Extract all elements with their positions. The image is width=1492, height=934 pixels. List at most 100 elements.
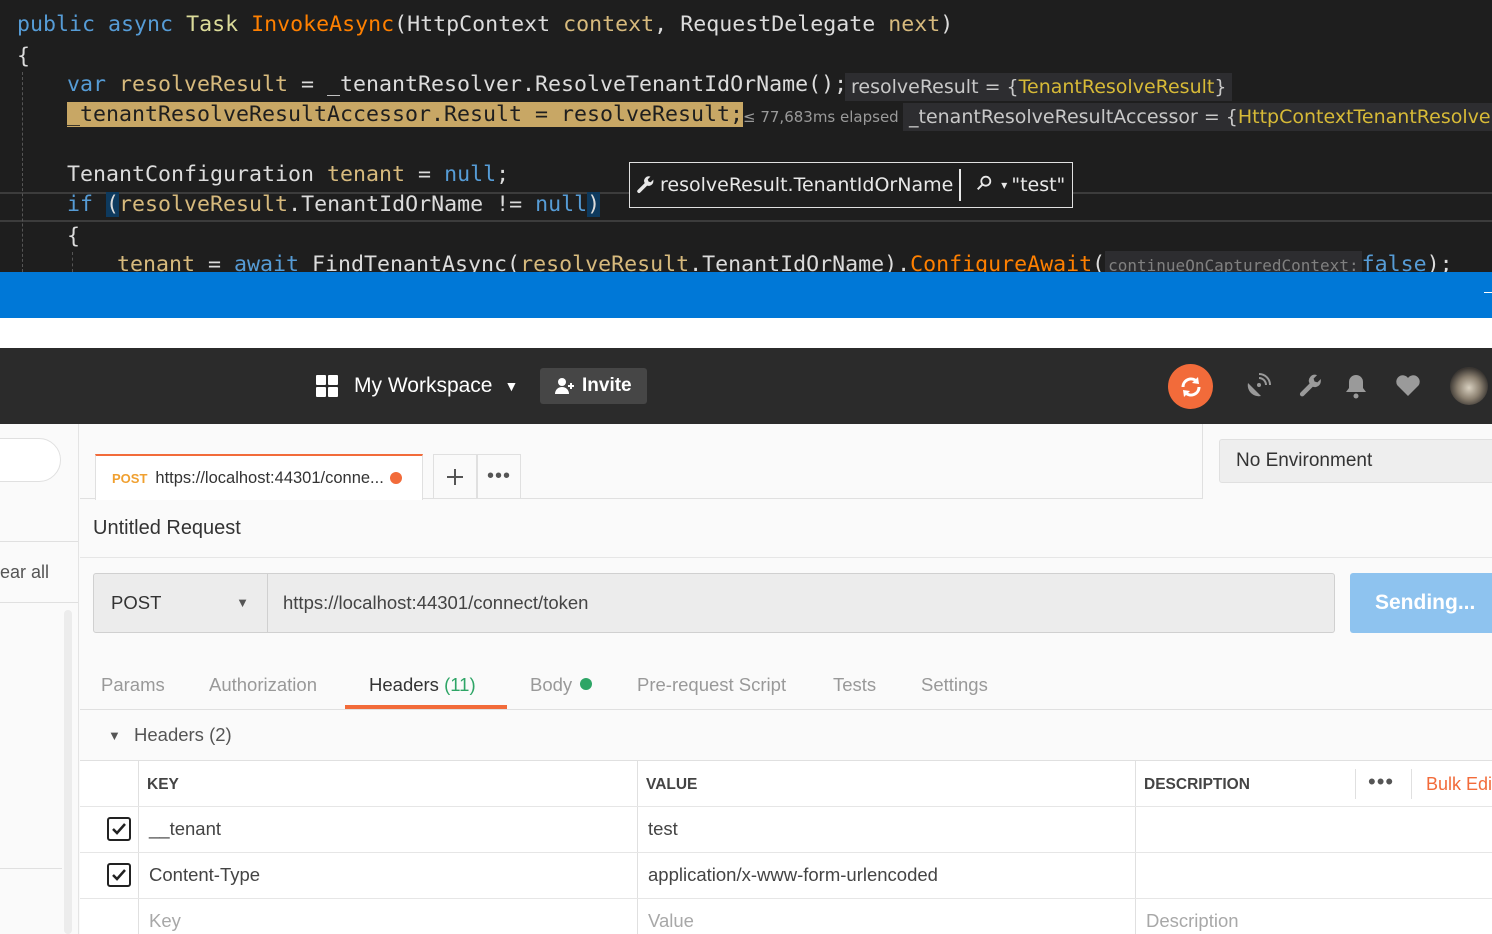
tab-label: Settings	[921, 674, 988, 695]
plus-icon	[447, 468, 463, 485]
url-input[interactable]: https://localhost:44301/connect/token	[268, 573, 1335, 633]
datatip-value: HttpContextTenantResolveRe	[1237, 106, 1492, 128]
semicolon: ;	[496, 162, 510, 187]
avatar[interactable]	[1450, 367, 1488, 405]
heart-icon[interactable]	[1394, 372, 1422, 400]
tab-method: POST	[112, 470, 148, 486]
operator: =	[405, 162, 445, 187]
row-checkbox[interactable]	[107, 863, 131, 887]
sidebar-search-input[interactable]	[0, 438, 61, 482]
send-button[interactable]: Sending...	[1350, 573, 1492, 633]
method-name: ConfigureAwait	[910, 252, 1093, 272]
column-divider	[1411, 769, 1412, 799]
local-variable: resolveResult	[520, 252, 690, 272]
current-statement: _tenantResolveResultAccessor.Result = re…	[67, 102, 744, 127]
request-tab[interactable]: POST https://localhost:44301/conne...	[95, 454, 423, 500]
param-type: HttpContext	[407, 12, 551, 37]
code-line-7[interactable]: if (resolveResult.TenantIdOrName != null…	[67, 190, 601, 220]
null-keyword: null	[444, 162, 497, 187]
workspace-body: ear all POST https://localhost:44301/con…	[0, 424, 1492, 934]
tab-authorization[interactable]: Authorization	[209, 674, 317, 696]
tab-label: Authorization	[209, 674, 317, 695]
local-variable: resolveResult	[119, 192, 289, 217]
invite-button[interactable]: Invite	[540, 368, 647, 404]
satellite-icon[interactable]	[1244, 372, 1272, 400]
workspace-switcher[interactable]: My Workspace ▼	[316, 372, 518, 400]
clear-all-link[interactable]: ear all	[0, 562, 49, 583]
indent-guide	[22, 72, 23, 272]
datatip-accessor[interactable]: _tenantResolveResultAccessor = {HttpCont…	[903, 103, 1492, 131]
column-divider	[1355, 769, 1356, 799]
key-cell[interactable]: Content-Type	[149, 864, 260, 886]
code-line-9[interactable]: tenant = await FindTenantAsync(resolveRe…	[117, 250, 1453, 272]
tab-url: https://localhost:44301/conne...	[155, 468, 384, 487]
value-cell[interactable]: application/x-www-form-urlencoded	[648, 864, 938, 886]
workspace-name: My Workspace	[354, 374, 493, 397]
quick-watch-tip[interactable]: resolveResult.TenantIdOrName ▾ "test"	[629, 162, 1073, 208]
datatip-resolve-result[interactable]: resolveResult = {TenantResolveResult}	[845, 73, 1233, 101]
paren-highlight: )	[587, 192, 601, 217]
method-select[interactable]: POST ▼	[93, 573, 268, 633]
new-tab-button[interactable]	[433, 454, 477, 499]
tab-count: (11)	[444, 674, 476, 695]
code-line-4[interactable]: _tenantResolveResultAccessor.Result = re…	[67, 100, 744, 130]
sidebar-scrollbar[interactable]	[64, 610, 72, 934]
code-line-3[interactable]: var resolveResult = _tenantResolver.Reso…	[67, 70, 847, 100]
watch-value: "test"	[1011, 174, 1066, 196]
keyword: await	[234, 252, 300, 272]
value-cell[interactable]: test	[648, 818, 678, 840]
headers-section-label: Headers (2)	[134, 724, 232, 745]
keyword: if	[67, 192, 94, 217]
tab-body[interactable]: Body	[530, 674, 593, 696]
code-line-6[interactable]: TenantConfiguration tenant = null;	[67, 160, 509, 190]
tab-tests[interactable]: Tests	[833, 674, 876, 696]
invite-label: Invite	[582, 375, 632, 396]
local-variable: tenant	[327, 162, 406, 187]
key-column-header: KEY	[147, 776, 179, 793]
request-title[interactable]: Untitled Request	[93, 517, 241, 540]
active-tab-underline	[345, 705, 507, 709]
environment-area: No Environment	[1202, 424, 1492, 499]
table-row: Content-Type application/x-www-form-urle…	[80, 852, 1492, 898]
code-editor[interactable]: public async Task InvokeAsync(HttpContex…	[0, 0, 1492, 272]
watch-expression[interactable]: resolveResult.TenantIdOrName	[660, 169, 962, 201]
key-placeholder[interactable]: Key	[149, 910, 181, 932]
tab-headers[interactable]: Headers (11)	[369, 674, 476, 696]
headers-section-toggle[interactable]: ▼ Headers (2)	[80, 711, 1492, 761]
code-text: .TenantIdOrName).	[689, 252, 911, 272]
magnifier-icon[interactable]	[975, 174, 995, 197]
local-variable: tenant	[117, 252, 196, 272]
chevron-down-icon[interactable]: ▾	[1001, 178, 1007, 192]
check-icon	[112, 869, 126, 881]
value-placeholder[interactable]: Value	[648, 910, 694, 932]
key-cell[interactable]: __tenant	[149, 818, 221, 840]
value-column-header: VALUE	[646, 776, 698, 793]
keyword: var	[67, 72, 107, 97]
description-placeholder[interactable]: Description	[1146, 910, 1239, 932]
sync-button[interactable]	[1168, 364, 1213, 409]
paren: (	[1092, 252, 1106, 272]
tab-params[interactable]: Params	[101, 674, 165, 696]
code-line-8[interactable]: {	[67, 222, 80, 252]
keyword: public	[17, 12, 96, 37]
param-name: context	[563, 12, 655, 37]
wrench-icon[interactable]	[630, 175, 660, 195]
divider	[0, 541, 78, 542]
code-line-1[interactable]: public async Task InvokeAsync(HttpContex…	[17, 10, 953, 40]
bulk-edit-link[interactable]: Bulk Edi	[1426, 774, 1492, 795]
keyword: async	[108, 12, 174, 37]
tab-pre-request-script[interactable]: Pre-request Script	[637, 674, 786, 696]
triangle-down-icon: ▼	[108, 728, 121, 743]
request-sub-tabs: Params Authorization Headers (11) Body P…	[80, 660, 1492, 710]
environment-select[interactable]: No Environment	[1219, 439, 1492, 483]
row-checkbox[interactable]	[107, 817, 131, 841]
minimize-mark[interactable]	[1484, 292, 1492, 293]
more-icon[interactable]: •••	[1368, 769, 1394, 795]
table-row-new: Key Value Description	[80, 898, 1492, 934]
wrench-icon[interactable]	[1296, 372, 1324, 400]
tab-options-button[interactable]: •••	[477, 454, 521, 499]
tab-settings[interactable]: Settings	[921, 674, 988, 696]
bell-icon[interactable]	[1342, 372, 1370, 400]
code-line-2[interactable]: {	[17, 42, 30, 72]
code-text: );	[1426, 252, 1453, 272]
